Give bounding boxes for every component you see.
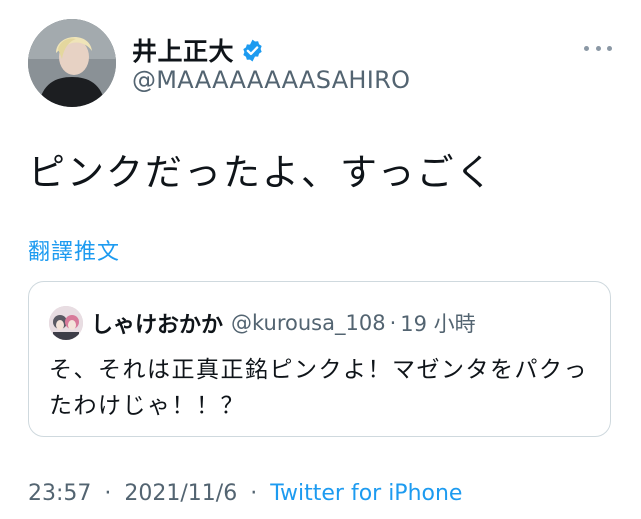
author-name-row: 井上正大 bbox=[132, 32, 265, 68]
quoted-tweet-text: そ、それは正真正銘ピンクよ！マゼンタをパクったわけじゃ！！？ bbox=[49, 357, 588, 419]
more-options-icon[interactable] bbox=[584, 38, 612, 58]
quoted-handle[interactable]: @kurousa_108 bbox=[231, 311, 386, 335]
more-dot bbox=[584, 45, 589, 51]
author-handle[interactable]: @MAAAAAAAASAHIRO bbox=[132, 66, 410, 94]
quoted-user-avatar-icon[interactable] bbox=[49, 306, 83, 340]
more-dot bbox=[595, 45, 601, 51]
author-display-name[interactable]: 井上正大 bbox=[132, 32, 234, 68]
translate-tweet-link[interactable]: 翻譯推文 bbox=[28, 234, 120, 266]
tweet-card: 井上正大 @MAAAAAAAASAHIRO ピンクだったよ、すっごく 翻譯推文 bbox=[0, 0, 641, 519]
tweet-text: ピンクだったよ、すっごく bbox=[28, 151, 495, 194]
meta-separator: · bbox=[104, 481, 112, 506]
tweet-time[interactable]: 23:57 bbox=[28, 481, 91, 506]
verified-badge-icon bbox=[240, 38, 265, 63]
more-dot bbox=[607, 45, 612, 51]
quoted-separator: · bbox=[389, 311, 397, 335]
meta-separator: · bbox=[250, 481, 258, 506]
quoted-tweet-header: しゃけおかか @kurousa_108 · 19 小時 bbox=[49, 306, 476, 340]
quoted-display-name[interactable]: しゃけおかか bbox=[91, 307, 223, 339]
tweet-meta: 23:57 · 2021/11/6 · Twitter for iPhone bbox=[28, 481, 462, 506]
tweet-source-link[interactable]: Twitter for iPhone bbox=[270, 481, 462, 506]
quoted-timestamp: 19 小時 bbox=[400, 312, 476, 336]
quoted-tweet-card[interactable]: しゃけおかか @kurousa_108 · 19 小時 そ、それは正真正銘ピンク… bbox=[28, 281, 611, 437]
tweet-date[interactable]: 2021/11/6 bbox=[124, 481, 237, 506]
user-avatar-icon[interactable] bbox=[28, 19, 116, 107]
